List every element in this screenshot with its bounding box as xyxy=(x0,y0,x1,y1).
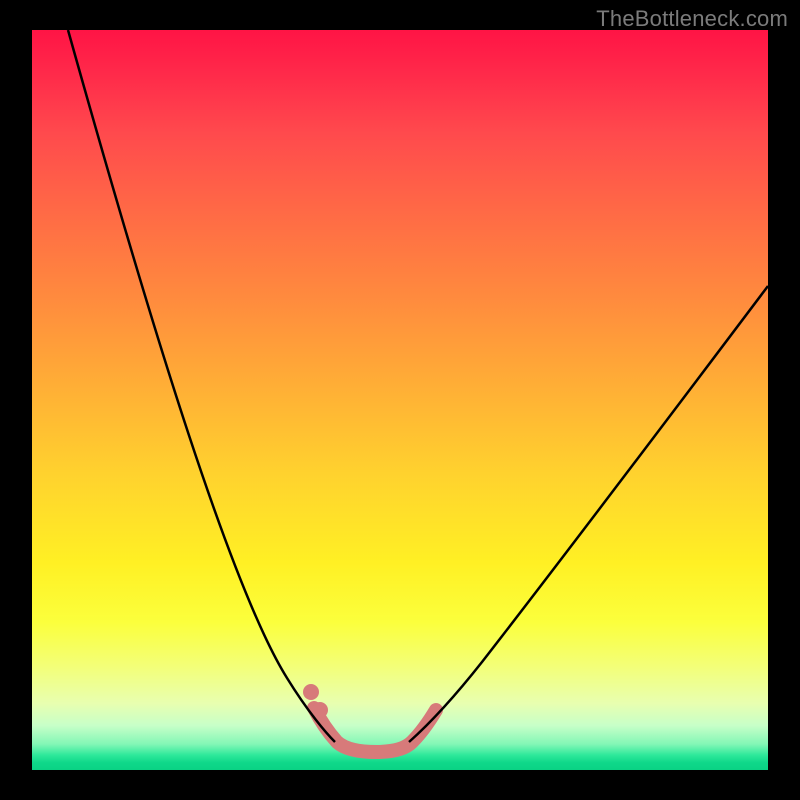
left-curve xyxy=(68,30,335,742)
chart-frame: TheBottleneck.com xyxy=(0,0,800,800)
watermark-text: TheBottleneck.com xyxy=(596,6,788,32)
bottom-highlight-band xyxy=(314,708,436,752)
left-dot-2 xyxy=(312,702,328,718)
plot-area xyxy=(32,30,768,770)
left-dot-1 xyxy=(303,684,319,700)
curve-layer xyxy=(32,30,768,770)
right-curve xyxy=(409,286,768,742)
